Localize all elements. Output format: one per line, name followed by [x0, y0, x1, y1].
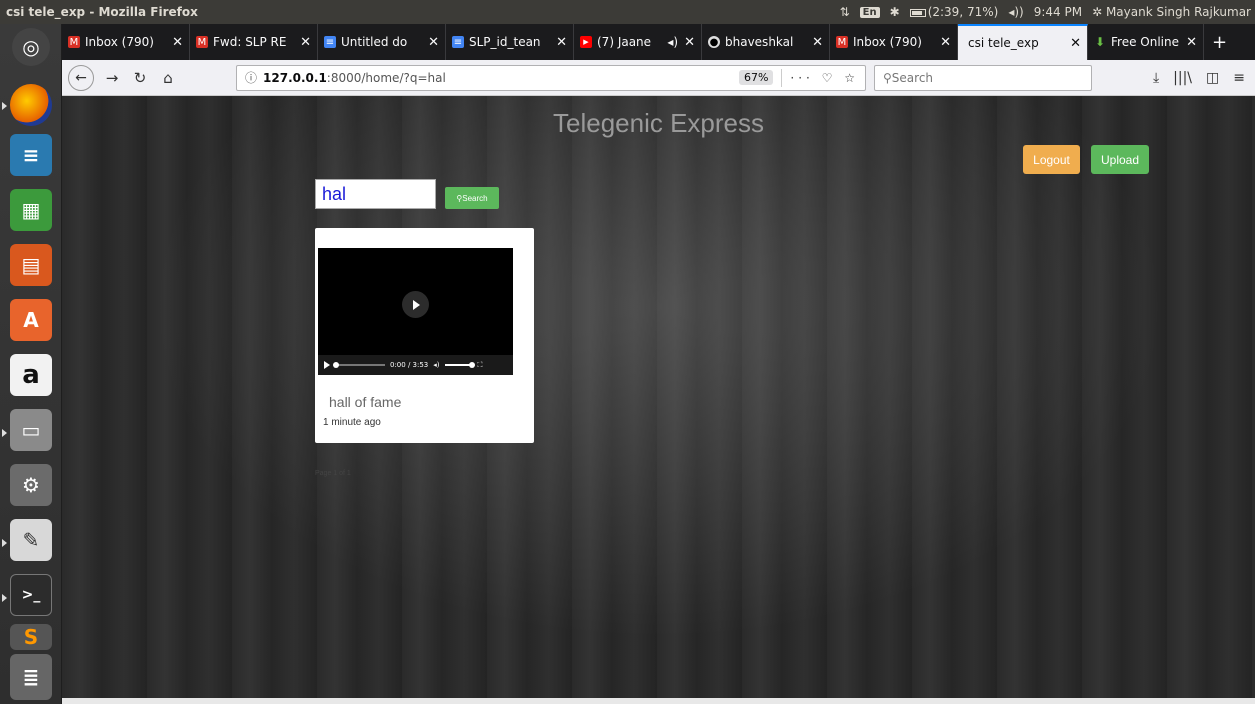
search-bar[interactable]: ⚲ Search [874, 64, 1092, 91]
logout-button[interactable]: Logout [1023, 145, 1080, 174]
tab-fwd-slp[interactable]: M Fwd: SLP RE ✕ [190, 24, 318, 60]
url-bar[interactable]: ⓘ 127.0.0.1:8000/home/?q=hal 67% ··· ♡ ☆ [236, 64, 866, 91]
docs-icon: ≡ [452, 36, 464, 48]
back-button[interactable]: ← [68, 64, 94, 91]
close-icon[interactable]: ✕ [172, 35, 183, 50]
calc-icon[interactable]: ▦ [10, 189, 52, 231]
close-icon[interactable]: ✕ [428, 35, 439, 50]
writer-icon[interactable]: ≡ [10, 134, 52, 176]
search-icon: ⚲ [883, 70, 892, 85]
info-icon[interactable]: ⓘ [245, 69, 257, 86]
tab-inbox[interactable]: M Inbox (790) ✕ [62, 24, 190, 60]
close-icon[interactable]: ✕ [812, 35, 823, 50]
volume-icon[interactable]: ◂)) [1008, 5, 1023, 19]
impress-icon[interactable]: ▤ [10, 244, 52, 286]
search-button[interactable]: ⚲ Search [445, 187, 499, 209]
screen: csi tele_exp - Mozilla Firefox ⇅ En ✱ (2… [0, 0, 1255, 704]
running-indicator [2, 539, 7, 547]
zoom-indicator[interactable]: 67% [738, 70, 774, 85]
volume-icon[interactable]: ◂) [433, 361, 439, 369]
search-input[interactable]: hal [315, 179, 436, 209]
tab-untitled-doc[interactable]: ≡ Untitled do ✕ [318, 24, 446, 60]
gmail-icon: M [836, 36, 848, 48]
speaker-icon[interactable]: ◂) [667, 35, 678, 49]
new-tab-button[interactable]: + [1204, 24, 1235, 60]
video-controls: 0:00 / 3:53 ◂) ⛶ [318, 355, 513, 375]
clock[interactable]: 9:44 PM [1034, 5, 1082, 19]
close-icon[interactable]: ✕ [300, 35, 311, 50]
software-center-icon[interactable]: A [10, 299, 52, 341]
url-host: 127.0.0.1 [263, 70, 327, 85]
running-indicator [2, 102, 7, 110]
bluetooth-icon[interactable]: ✱ [890, 5, 900, 19]
keyboard-language[interactable]: En [859, 6, 880, 18]
video-duration: 0:00 / 3:53 [390, 361, 429, 369]
video-card[interactable]: 0:00 / 3:53 ◂) ⛶ hall of fame 1 minute a… [315, 228, 534, 443]
page-content: Telegenic Express Logout Upload hal ⚲ Se… [62, 96, 1255, 698]
text-editor-icon[interactable]: ✎ [10, 519, 52, 561]
close-icon[interactable]: ✕ [684, 35, 695, 50]
tab-strip: M Inbox (790) ✕ M Fwd: SLP RE ✕ ≡ Untitled do… [62, 24, 1255, 60]
page-title: Telegenic Express [553, 108, 764, 138]
tab-free-online[interactable]: ⬇ Free Online ✕ [1088, 24, 1204, 60]
video-title[interactable]: hall of fame [329, 394, 401, 410]
home-button[interactable]: ⌂ [154, 69, 182, 87]
sublime-icon[interactable]: S [10, 624, 52, 650]
fullscreen-icon[interactable]: ⛶ [478, 361, 483, 370]
system-top-bar: csi tele_exp - Mozilla Firefox ⇅ En ✱ (2… [0, 0, 1255, 24]
gmail-icon: M [68, 36, 80, 48]
gmail-icon: M [196, 36, 208, 48]
upload-button[interactable]: Upload [1091, 145, 1149, 174]
window-title: csi tele_exp - Mozilla Firefox [6, 5, 198, 19]
tab-csi-tele-exp[interactable]: csi tele_exp ✕ [958, 24, 1088, 60]
tab-youtube[interactable]: ▶ (7) Jaane ◂) ✕ [574, 24, 702, 60]
files-icon[interactable]: ▭ [10, 409, 52, 451]
navigation-toolbar: ← → ↻ ⌂ ⓘ 127.0.0.1:8000/home/?q=hal 67%… [62, 60, 1255, 96]
firefox-icon[interactable] [10, 84, 52, 126]
toolbar-icons: ⤓ |||\ ◫ ≡ [1153, 70, 1255, 86]
user-menu[interactable]: ✲ Mayank Singh Rajkumar [1092, 5, 1251, 19]
running-indicator [2, 429, 7, 437]
close-icon[interactable]: ✕ [1070, 36, 1081, 51]
close-icon[interactable]: ✕ [556, 35, 567, 50]
system-tray: ⇅ En ✱ (2:39, 71%) ◂)) 9:44 PM ✲ Mayank … [840, 5, 1255, 19]
running-indicator [2, 594, 7, 602]
play-button[interactable] [324, 361, 330, 369]
page-actions-icons[interactable]: ··· ♡ ☆ [790, 71, 859, 85]
menu-icon[interactable]: ≡ [1233, 70, 1245, 86]
play-icon[interactable] [402, 291, 429, 318]
docs-icon: ≡ [324, 36, 336, 48]
url-separator [781, 68, 783, 87]
forward-button[interactable]: → [98, 69, 126, 87]
workspaces-icon[interactable]: ≣ [10, 654, 52, 700]
battery-indicator[interactable]: (2:39, 71%) [909, 5, 998, 19]
tab-inbox-2[interactable]: M Inbox (790) ✕ [830, 24, 958, 60]
sidebar-icon[interactable]: ◫ [1206, 70, 1219, 86]
seek-slider[interactable] [333, 362, 385, 368]
github-icon: ● [708, 36, 720, 48]
video-player[interactable]: 0:00 / 3:53 ◂) ⛶ [318, 248, 513, 375]
pagination: Page 1 of 1 [315, 470, 351, 477]
reload-button[interactable]: ↻ [126, 69, 154, 87]
tab-github[interactable]: ● bhaveshkal ✕ [702, 24, 830, 60]
youtube-icon: ▶ [580, 36, 592, 48]
battery-icon [909, 8, 926, 17]
video-timestamp: 1 minute ago [323, 417, 381, 428]
url-path: :8000/home/?q=hal [326, 70, 446, 85]
gear-icon: ✲ [1092, 5, 1106, 19]
downloads-icon[interactable]: ⤓ [1153, 70, 1159, 86]
settings-icon[interactable]: ⚙ [10, 464, 52, 506]
close-icon[interactable]: ✕ [940, 35, 951, 50]
volume-slider[interactable] [444, 362, 475, 368]
library-icon[interactable]: |||\ [1173, 70, 1192, 86]
dash-icon[interactable]: ◎ [12, 28, 50, 66]
page-bottom-strip [62, 698, 1255, 704]
download-icon: ⬇ [1094, 35, 1106, 49]
amazon-icon[interactable]: a [10, 354, 52, 396]
launcher: ◎ ≡ ▦ ▤ A a ▭ ⚙ ✎ >_ S ≣ [0, 24, 62, 704]
network-icon[interactable]: ⇅ [840, 5, 850, 19]
terminal-icon[interactable]: >_ [10, 574, 52, 616]
close-icon[interactable]: ✕ [1186, 35, 1197, 50]
tab-slp-id[interactable]: ≡ SLP_id_tean ✕ [446, 24, 574, 60]
